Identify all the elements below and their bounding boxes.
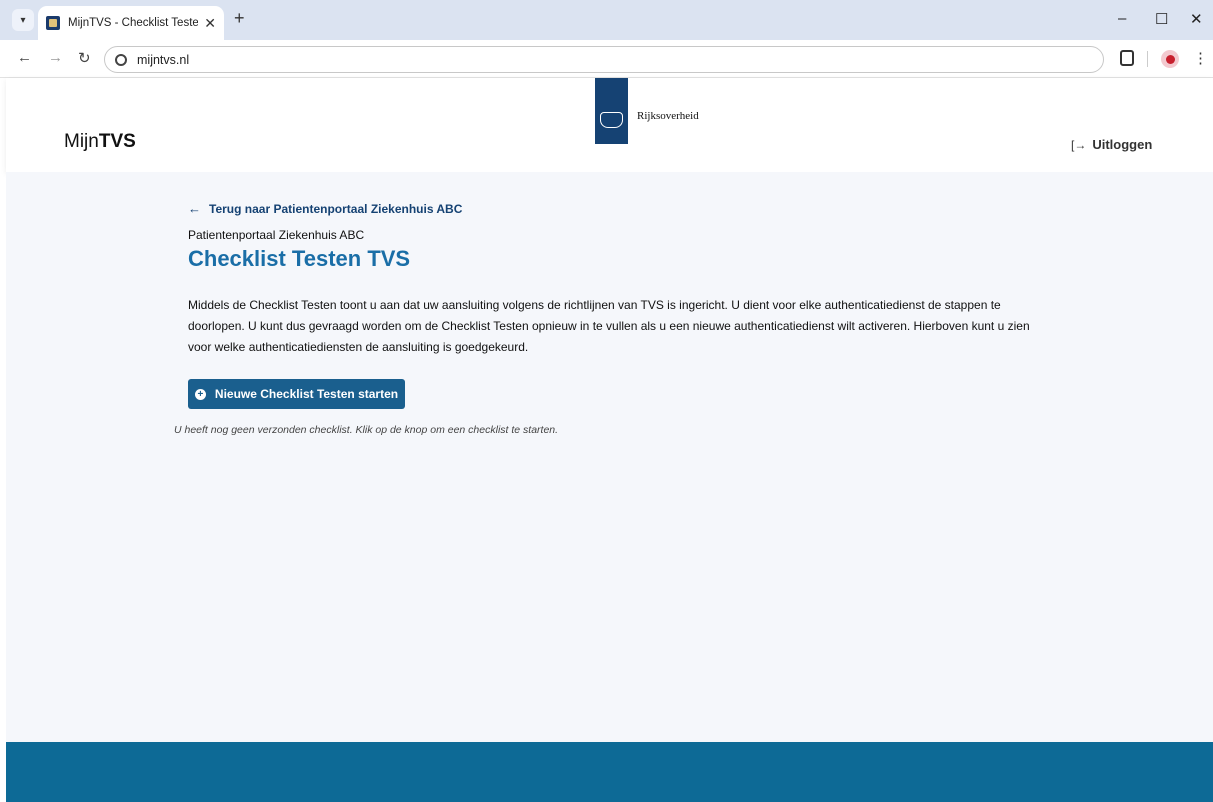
logout-icon: [→ bbox=[1071, 137, 1087, 152]
browser-toolbar: ← → ↻ mijntvs.nl ⋮ bbox=[0, 40, 1213, 78]
forward-icon[interactable]: → bbox=[48, 49, 63, 66]
close-window-button[interactable]: ✕ bbox=[1190, 10, 1203, 28]
toolbar-divider bbox=[1147, 51, 1148, 67]
profile-avatar[interactable] bbox=[1161, 50, 1179, 68]
page-subtitle: Patientenportaal Ziekenhuis ABC bbox=[188, 228, 365, 242]
back-link[interactable]: ← Terug naar Patientenportaal Ziekenhuis… bbox=[188, 201, 462, 216]
site-header: MijnTVS Rijksoverheid [→ Uitloggen bbox=[6, 78, 1213, 172]
browser-menu-icon[interactable]: ⋮ bbox=[1193, 49, 1208, 67]
logout-label: Uitloggen bbox=[1092, 137, 1153, 152]
start-checklist-label: Nieuwe Checklist Testen starten bbox=[214, 387, 399, 401]
reload-icon[interactable]: ↻ bbox=[78, 49, 91, 67]
site-footer bbox=[6, 742, 1213, 802]
browser-tab-bar: ▾ MijnTVS - Checklist Testen - Ov ✕ + – … bbox=[0, 0, 1213, 40]
logo-text: Rijksoverheid bbox=[637, 110, 699, 122]
tab-title: MijnTVS - Checklist Testen - Ov bbox=[68, 17, 199, 29]
brand-logo[interactable]: MijnTVS bbox=[64, 131, 136, 153]
url-text: mijntvs.nl bbox=[137, 52, 190, 67]
extensions-icon[interactable] bbox=[1120, 50, 1134, 66]
plus-circle-icon: + bbox=[194, 388, 206, 400]
main-content: ← Terug naar Patientenportaal Ziekenhuis… bbox=[6, 172, 1213, 742]
back-link-label: Terug naar Patientenportaal Ziekenhuis A… bbox=[209, 201, 463, 216]
new-tab-button[interactable]: + bbox=[234, 8, 245, 29]
site-info-icon[interactable] bbox=[115, 53, 127, 66]
browser-tab[interactable]: MijnTVS - Checklist Testen - Ov ✕ bbox=[38, 6, 224, 40]
maximize-button[interactable]: ☐ bbox=[1155, 10, 1168, 28]
minimize-button[interactable]: – bbox=[1118, 10, 1126, 27]
address-bar[interactable]: mijntvs.nl bbox=[104, 46, 1104, 73]
start-checklist-button[interactable]: + Nieuwe Checklist Testen starten bbox=[188, 379, 405, 409]
logout-button[interactable]: [→ Uitloggen bbox=[1071, 137, 1152, 152]
empty-state-note: U heeft nog geen verzonden checklist. Kl… bbox=[174, 424, 559, 436]
tab-search-chevron-icon[interactable]: ▾ bbox=[12, 9, 34, 31]
coat-of-arms-icon bbox=[600, 112, 623, 128]
brand-prefix: Mijn bbox=[64, 131, 99, 152]
intro-text: Middels de Checklist Testen toont u aan … bbox=[188, 298, 1030, 354]
back-icon[interactable]: ← bbox=[17, 49, 32, 66]
tab-favicon-icon bbox=[46, 16, 60, 30]
arrow-left-icon: ← bbox=[188, 201, 201, 216]
rijksoverheid-logo bbox=[595, 78, 628, 144]
brand-bold: TVS bbox=[98, 131, 136, 152]
page-title: Checklist Testen TVS bbox=[188, 246, 411, 271]
tab-close-icon[interactable]: ✕ bbox=[204, 15, 216, 32]
